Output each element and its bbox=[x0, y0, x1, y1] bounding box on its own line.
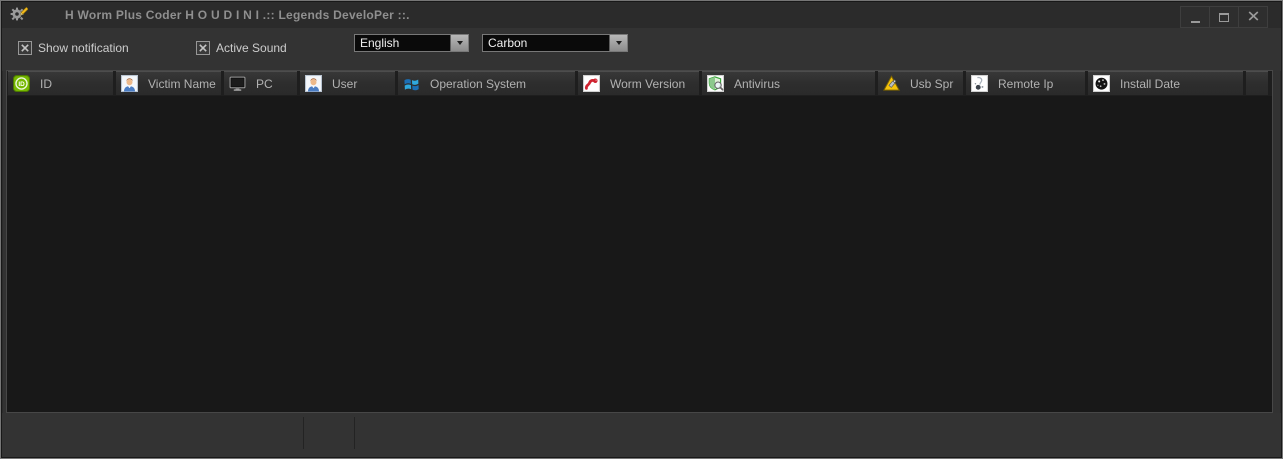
column-header-remote-ip[interactable]: Remote Ip bbox=[966, 71, 1085, 95]
gear-tool-icon bbox=[9, 5, 28, 24]
titlebar[interactable]: H Worm Plus Coder H O U D I N I .:: Lege… bbox=[2, 2, 1281, 29]
theme-dropdown-value: Carbon bbox=[488, 36, 527, 50]
grid-header: ID ID Victim Name PC User Operation System Wor… bbox=[7, 71, 1272, 96]
column-header-operation-system[interactable]: Operation System bbox=[398, 71, 575, 95]
window-controls bbox=[1180, 6, 1268, 28]
victims-grid: ID ID Victim Name PC User Operation System Wor… bbox=[6, 70, 1273, 413]
column-header-label: Remote Ip bbox=[998, 77, 1053, 91]
chevron-down-icon[interactable] bbox=[609, 35, 627, 51]
worm-icon bbox=[583, 75, 600, 92]
toolbar: Show notification Active Sound English C… bbox=[2, 28, 1281, 71]
window-title: H Worm Plus Coder H O U D I N I .:: Lege… bbox=[65, 8, 410, 22]
windows-flag-icon bbox=[403, 75, 420, 92]
show-notification-label: Show notification bbox=[38, 41, 129, 55]
column-header-label: ID bbox=[40, 77, 52, 91]
checkbox-box[interactable] bbox=[18, 41, 32, 55]
statusbar-divider bbox=[354, 417, 355, 449]
column-header-label: User bbox=[332, 77, 357, 91]
language-dropdown-value: English bbox=[360, 36, 399, 50]
column-header-pc[interactable]: PC bbox=[224, 71, 297, 95]
column-header-label: Operation System bbox=[430, 77, 526, 91]
column-header-worm-version[interactable]: Worm Version bbox=[578, 71, 699, 95]
column-header-id[interactable]: ID ID bbox=[8, 71, 113, 95]
app-window: H Worm Plus Coder H O U D I N I .:: Lege… bbox=[0, 0, 1283, 459]
column-header-antivirus[interactable]: Antivirus bbox=[702, 71, 875, 95]
checkbox-x-icon bbox=[199, 44, 207, 52]
victim-person-icon bbox=[121, 75, 138, 92]
column-header-label: Victim Name bbox=[148, 77, 216, 91]
monitor-icon bbox=[229, 75, 246, 92]
minimize-icon bbox=[1191, 21, 1200, 23]
checkbox-box[interactable] bbox=[196, 41, 210, 55]
column-header-label: Install Date bbox=[1120, 77, 1180, 91]
user-person-icon bbox=[305, 75, 322, 92]
language-dropdown[interactable]: English bbox=[354, 34, 469, 52]
column-header-user[interactable]: User bbox=[300, 71, 395, 95]
theme-dropdown[interactable]: Carbon bbox=[482, 34, 628, 52]
remote-ip-icon bbox=[971, 75, 988, 92]
install-date-globe-icon bbox=[1093, 75, 1110, 92]
close-icon bbox=[1248, 8, 1259, 26]
statusbar-divider bbox=[303, 417, 304, 449]
column-header-label: PC bbox=[256, 77, 273, 91]
antivirus-shield-icon bbox=[707, 75, 724, 92]
grid-body[interactable] bbox=[7, 96, 1272, 412]
svg-text:ID: ID bbox=[18, 81, 25, 88]
id-badge-icon: ID bbox=[13, 75, 30, 92]
maximize-button[interactable] bbox=[1209, 7, 1238, 27]
close-button[interactable] bbox=[1238, 7, 1267, 27]
column-header-install-date[interactable]: Install Date bbox=[1088, 71, 1243, 95]
minimize-button[interactable] bbox=[1181, 7, 1209, 27]
column-header-label: Antivirus bbox=[734, 77, 780, 91]
column-header-usb-spr[interactable]: Usb Spr bbox=[878, 71, 963, 95]
column-header-label: Usb Spr bbox=[910, 77, 953, 91]
column-header-spacer bbox=[1246, 71, 1268, 95]
statusbar bbox=[2, 413, 1281, 457]
usb-warning-icon bbox=[883, 75, 900, 92]
chevron-down-icon[interactable] bbox=[450, 35, 468, 51]
active-sound-checkbox[interactable]: Active Sound bbox=[196, 41, 287, 55]
checkbox-x-icon bbox=[21, 44, 29, 52]
active-sound-label: Active Sound bbox=[216, 41, 287, 55]
maximize-icon bbox=[1219, 13, 1229, 22]
show-notification-checkbox[interactable]: Show notification bbox=[18, 41, 129, 55]
column-header-victim-name[interactable]: Victim Name bbox=[116, 71, 221, 95]
column-header-label: Worm Version bbox=[610, 77, 685, 91]
